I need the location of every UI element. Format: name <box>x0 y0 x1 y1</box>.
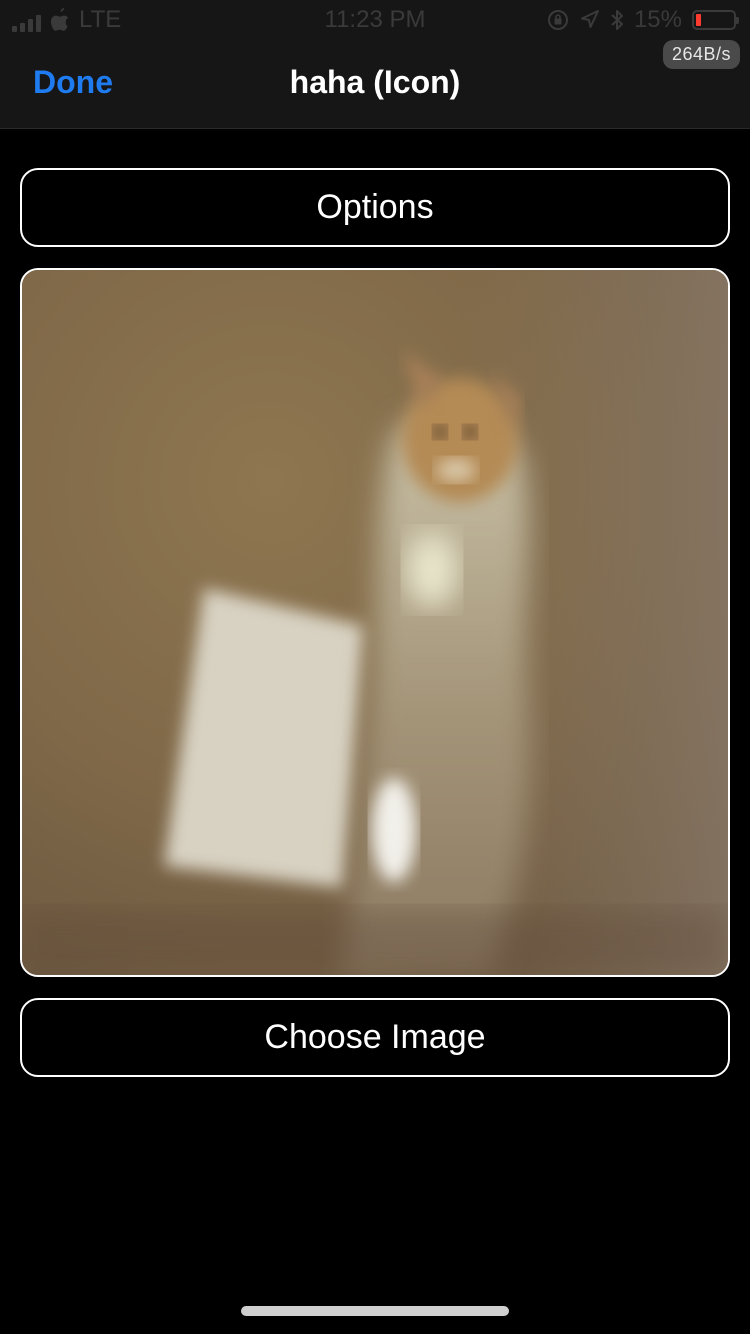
network-speed-badge: 264B/s <box>662 40 740 69</box>
icon-image-preview <box>20 268 730 977</box>
battery-percent: 15% <box>633 6 682 33</box>
orientation-lock-icon <box>547 10 568 30</box>
page-title: haha (Icon) <box>289 64 461 100</box>
options-button[interactable]: Options <box>20 168 730 247</box>
location-icon <box>580 10 599 28</box>
status-right: 15% <box>546 6 739 34</box>
battery-icon <box>692 10 739 30</box>
status-bar: LTE 11:23 PM 15% <box>0 0 750 40</box>
bluetooth-icon <box>611 10 623 30</box>
options-button-label: Options <box>316 188 434 226</box>
battery-level-fill <box>696 14 701 26</box>
choose-image-button[interactable]: Choose Image <box>20 998 730 1077</box>
icon-photo <box>22 270 728 975</box>
home-indicator[interactable] <box>241 1306 509 1316</box>
nav-bar: Done haha (Icon) <box>0 40 750 129</box>
choose-image-button-label: Choose Image <box>264 1018 486 1056</box>
